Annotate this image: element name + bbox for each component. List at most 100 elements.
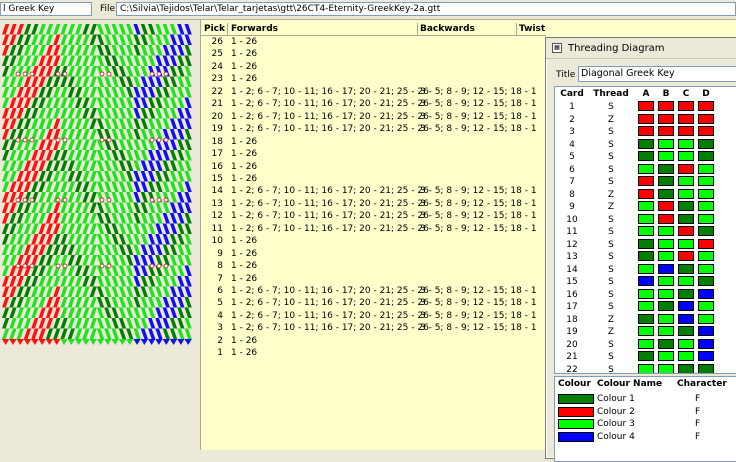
- window-titlebar[interactable]: ▦ Threading Diagram: [546, 38, 736, 59]
- card-row[interactable]: 13 S: [555, 251, 736, 264]
- hole-colour-swatch[interactable]: [698, 363, 714, 373]
- thread-direction[interactable]: Z: [593, 314, 629, 327]
- hole-colour-swatch[interactable]: [658, 188, 674, 199]
- hole-colour-swatch[interactable]: [698, 188, 714, 199]
- hole-colour-swatch[interactable]: [678, 363, 694, 373]
- thread-direction[interactable]: S: [593, 151, 629, 164]
- hole-colour-swatch[interactable]: [678, 226, 694, 236]
- hole-colour-swatch[interactable]: [658, 113, 674, 124]
- hole-colour-swatch[interactable]: [678, 238, 694, 249]
- pick-column-header[interactable]: Pick: [204, 23, 226, 35]
- hole-colour-swatch[interactable]: [698, 301, 714, 311]
- hole-colour-swatch[interactable]: [638, 226, 654, 236]
- card-row[interactable]: 2Z: [555, 113, 736, 127]
- hole-colour-swatch[interactable]: [658, 276, 674, 286]
- hole-colour-swatch[interactable]: [698, 288, 714, 299]
- card-row[interactable]: 19 Z: [555, 326, 736, 339]
- hole-colour-swatch[interactable]: [678, 276, 694, 286]
- hole-colour-swatch[interactable]: [678, 213, 694, 224]
- colour-swatch[interactable]: [558, 394, 594, 404]
- hole-colour-swatch[interactable]: [678, 351, 694, 361]
- hole-colour-swatch[interactable]: [698, 163, 714, 174]
- card-row[interactable]: 14 S: [555, 263, 736, 277]
- colour-name-column-header[interactable]: Colour Name: [597, 378, 662, 390]
- thread-direction[interactable]: S: [593, 301, 629, 314]
- backwards-column-header[interactable]: Backwards: [420, 23, 475, 35]
- colour-row[interactable]: Colour 1 F: [555, 393, 736, 405]
- hole-colour-swatch[interactable]: [638, 201, 654, 211]
- thread-direction[interactable]: S: [593, 164, 629, 177]
- hole-colour-swatch[interactable]: [658, 163, 674, 174]
- character-column-header[interactable]: Character: [677, 378, 727, 390]
- hole-colour-swatch[interactable]: [638, 251, 654, 261]
- hole-colour-swatch[interactable]: [638, 138, 654, 149]
- hole-colour-swatch[interactable]: [698, 276, 714, 286]
- card-row[interactable]: 4S: [555, 138, 736, 152]
- card-row[interactable]: 5S: [555, 151, 736, 164]
- hole-colour-swatch[interactable]: [638, 313, 654, 324]
- hole-colour-swatch[interactable]: [678, 176, 694, 186]
- thread-direction[interactable]: S: [593, 351, 629, 364]
- hole-colour-swatch[interactable]: [698, 151, 714, 161]
- hole-colour-swatch[interactable]: [678, 138, 694, 149]
- thread-direction[interactable]: S: [593, 251, 629, 264]
- card-row[interactable]: 1S: [555, 101, 736, 114]
- file-path-field[interactable]: C:\Silvia\Tejidos\Telar\Telar_tarjetas\g…: [116, 2, 736, 16]
- hole-colour-swatch[interactable]: [698, 138, 714, 149]
- hole-colour-swatch[interactable]: [658, 326, 674, 336]
- hole-colour-swatch[interactable]: [658, 201, 674, 211]
- hole-colour-swatch[interactable]: [658, 313, 674, 324]
- thread-direction[interactable]: S: [593, 226, 629, 239]
- hole-colour-swatch[interactable]: [658, 176, 674, 186]
- hole-colour-swatch[interactable]: [638, 126, 654, 136]
- hole-colour-swatch[interactable]: [698, 326, 714, 336]
- hole-colour-swatch[interactable]: [698, 126, 714, 136]
- thread-direction[interactable]: S: [593, 289, 629, 302]
- hole-colour-swatch[interactable]: [698, 101, 714, 111]
- hole-colour-swatch[interactable]: [698, 351, 714, 361]
- pattern-name-field[interactable]: l Greek Key: [0, 2, 92, 16]
- hole-colour-swatch[interactable]: [698, 213, 714, 224]
- hole-colour-swatch[interactable]: [638, 263, 654, 274]
- hole-colour-swatch[interactable]: [638, 276, 654, 286]
- card-row[interactable]: 18 Z: [555, 313, 736, 327]
- colour-swatch[interactable]: [558, 431, 594, 442]
- hole-colour-swatch[interactable]: [678, 188, 694, 199]
- hole-colour-swatch[interactable]: [698, 176, 714, 186]
- thread-direction[interactable]: S: [593, 101, 629, 114]
- hole-colour-swatch[interactable]: [698, 201, 714, 211]
- hole-colour-swatch[interactable]: [658, 138, 674, 149]
- card-row[interactable]: 6S: [555, 163, 736, 177]
- hole-colour-swatch[interactable]: [658, 126, 674, 136]
- colour-swatch[interactable]: [558, 406, 594, 417]
- card-row[interactable]: 3S: [555, 126, 736, 139]
- colour-column-header[interactable]: Colour: [558, 378, 591, 390]
- thread-direction[interactable]: S: [593, 139, 629, 152]
- hole-colour-swatch[interactable]: [658, 101, 674, 111]
- card-row[interactable]: 17 S: [555, 301, 736, 314]
- hole-colour-swatch[interactable]: [698, 251, 714, 261]
- hole-colour-swatch[interactable]: [638, 101, 654, 111]
- hole-colour-swatch[interactable]: [658, 238, 674, 249]
- hole-colour-swatch[interactable]: [698, 263, 714, 274]
- thread-column-header[interactable]: Thread: [593, 89, 629, 99]
- hole-colour-swatch[interactable]: [638, 363, 654, 373]
- card-row[interactable]: 21 S: [555, 351, 736, 364]
- hole-colour-swatch[interactable]: [658, 213, 674, 224]
- hole-colour-swatch[interactable]: [678, 301, 694, 311]
- hole-colour-swatch[interactable]: [638, 238, 654, 249]
- title-input[interactable]: Diagonal Greek Key: [578, 66, 736, 82]
- hole-colour-swatch[interactable]: [658, 338, 674, 349]
- card-row[interactable]: 10 S: [555, 213, 736, 227]
- thread-direction[interactable]: S: [593, 364, 629, 374]
- colour-row[interactable]: Colour 4 F: [555, 431, 736, 443]
- hole-colour-swatch[interactable]: [658, 288, 674, 299]
- hole-c-header[interactable]: C: [677, 89, 695, 99]
- hole-colour-swatch[interactable]: [638, 113, 654, 124]
- hole-colour-swatch[interactable]: [638, 213, 654, 224]
- card-row[interactable]: 7S: [555, 176, 736, 189]
- colour-row[interactable]: Colour 3 F: [555, 418, 736, 430]
- hole-b-header[interactable]: B: [657, 89, 675, 99]
- hole-colour-swatch[interactable]: [638, 288, 654, 299]
- hole-colour-swatch[interactable]: [698, 226, 714, 236]
